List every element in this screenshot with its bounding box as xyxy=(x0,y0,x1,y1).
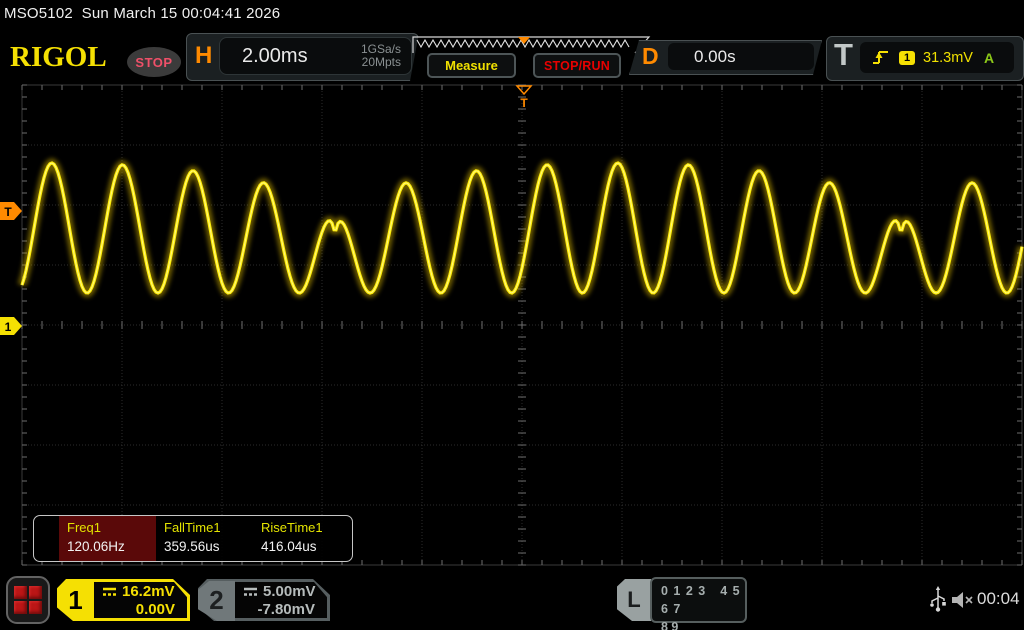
svg-text:1: 1 xyxy=(5,320,12,334)
trigger-level-marker[interactable]: T xyxy=(0,202,22,220)
oscilloscope-screen: MSO5102 Sun March 15 00:04:41 2026 RIGOL… xyxy=(0,0,1024,630)
measurement-item-falltime1[interactable]: FallTime1 359.56us xyxy=(156,516,253,561)
measurement-item-freq1[interactable]: Freq1 120.06Hz xyxy=(59,516,156,561)
measurement-value: 359.56us xyxy=(164,539,253,554)
measurement-label: RiseTime1 xyxy=(261,520,350,535)
measurement-value: 120.06Hz xyxy=(67,539,156,554)
trigger-position-marker[interactable]: T xyxy=(517,86,531,110)
measurement-value: 416.04us xyxy=(261,539,350,554)
svg-text:T: T xyxy=(4,205,12,219)
svg-text:T: T xyxy=(520,96,528,110)
channel1-offset-marker[interactable]: 1 xyxy=(0,317,22,335)
measurement-item-risetime1[interactable]: RiseTime1 416.04us xyxy=(253,516,350,561)
measurement-label: Freq1 xyxy=(67,520,156,535)
channel1-trace xyxy=(22,163,1022,293)
measurement-box[interactable]: Freq1 120.06Hz FallTime1 359.56us RiseTi… xyxy=(33,515,353,562)
measurement-label: FallTime1 xyxy=(164,520,253,535)
